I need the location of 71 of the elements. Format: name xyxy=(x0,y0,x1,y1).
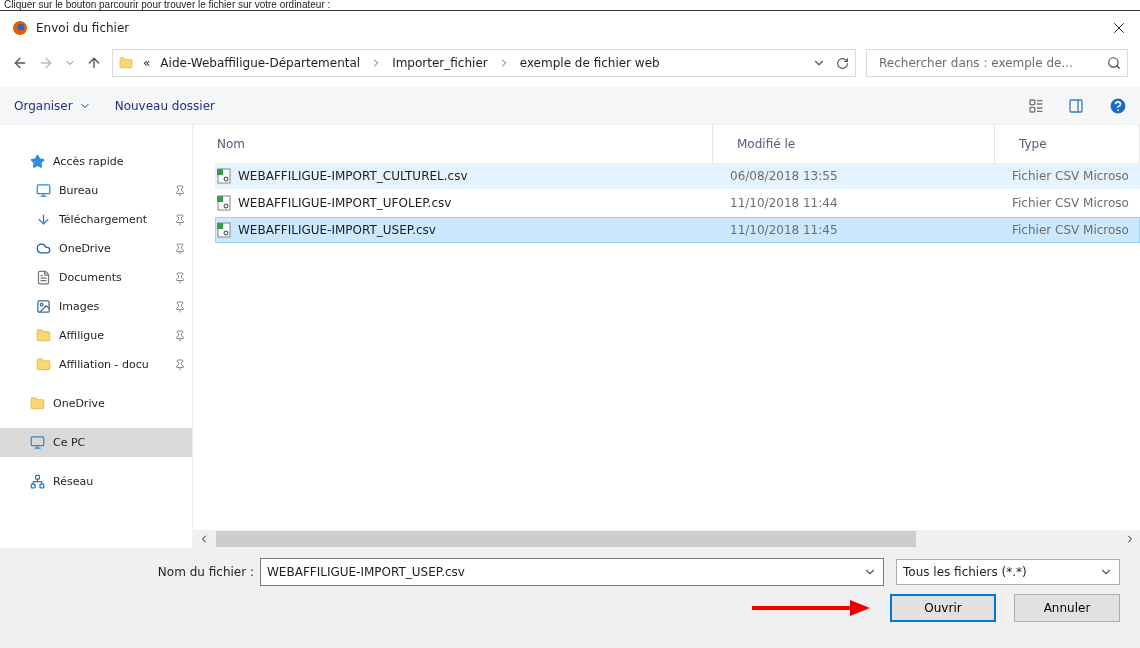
file-row[interactable]: WEBAFFILIGUE-IMPORT_USEP.csv 11/10/2018 11:45 Fichier CSV Microso xyxy=(215,217,1140,243)
breadcrumb[interactable]: Aide-Webaffiligue-Départemental xyxy=(160,56,361,70)
sidebar-item[interactable]: Affiligue xyxy=(0,321,192,350)
folder-icon xyxy=(36,357,51,372)
file-row[interactable]: WEBAFFILIGUE-IMPORT_CULTUREL.csv 06/08/2018 13:55 Fichier CSV Microso xyxy=(215,163,1140,189)
overflow-chevrons[interactable]: « xyxy=(143,56,151,70)
network-icon xyxy=(30,474,45,489)
spreadsheet-file-icon xyxy=(216,222,232,238)
filename-value: WEBAFFILIGUE-IMPORT_USEP.csv xyxy=(267,565,465,579)
sidebar-item[interactable]: Bureau xyxy=(0,176,192,205)
pin-icon xyxy=(174,300,186,313)
file-name: WEBAFFILIGUE-IMPORT_CULTUREL.csv xyxy=(238,169,468,183)
star-icon xyxy=(30,154,45,169)
pin-icon xyxy=(174,213,186,226)
sidebar-item[interactable]: Documents xyxy=(0,263,192,292)
sidebar-item[interactable]: Ce PC xyxy=(0,428,192,457)
file-name: WEBAFFILIGUE-IMPORT_USEP.csv xyxy=(238,223,436,237)
folder-icon xyxy=(119,56,133,70)
computer-icon xyxy=(30,435,45,450)
pin-icon xyxy=(174,358,186,371)
file-name: WEBAFFILIGUE-IMPORT_UFOLEP.csv xyxy=(238,196,452,210)
open-button[interactable]: Ouvrir xyxy=(890,594,996,622)
filename-field[interactable]: WEBAFFILIGUE-IMPORT_USEP.csv xyxy=(260,558,884,586)
sidebar-item[interactable]: OneDrive xyxy=(0,389,192,418)
breadcrumb[interactable]: exemple de fichier web xyxy=(519,56,660,70)
refresh-icon[interactable] xyxy=(836,56,849,70)
modified-date: 11/10/2018 11:44 xyxy=(729,196,839,210)
new-folder-button[interactable]: Nouveau dossier xyxy=(114,94,215,117)
back-icon[interactable] xyxy=(12,55,28,71)
help-icon[interactable] xyxy=(1108,95,1128,116)
preview-pane-icon[interactable] xyxy=(1068,97,1084,114)
modified-date: 11/10/2018 11:45 xyxy=(729,223,839,237)
cloud-icon xyxy=(36,241,51,256)
window-title: Envoi du fichier xyxy=(36,21,131,35)
sidebar-item[interactable]: Affiliation - docu xyxy=(0,350,192,379)
horizontal-scrollbar[interactable] xyxy=(192,530,1140,548)
spreadsheet-file-icon xyxy=(216,168,232,184)
pin-icon xyxy=(174,242,186,255)
breadcrumb[interactable]: Importer_fichier xyxy=(392,56,488,70)
cancel-button[interactable]: Annuler xyxy=(1014,594,1120,622)
view-icon[interactable] xyxy=(1028,97,1044,114)
search-field[interactable]: Rechercher dans : exemple de... xyxy=(866,49,1128,77)
address-bar[interactable]: « Aide-Webaffiligue-Départemental Importer_fichier exemple de fichier web xyxy=(112,49,856,77)
sidebar-item[interactable]: Téléchargement xyxy=(0,205,192,234)
pin-icon xyxy=(174,329,186,342)
file-type-dropdown[interactable]: Tous les fichiers (*.*) xyxy=(896,559,1120,585)
file-row[interactable]: WEBAFFILIGUE-IMPORT_UFOLEP.csv 11/10/2018 11:44 Fichier CSV Microso xyxy=(215,190,1140,216)
spreadsheet-file-icon xyxy=(216,195,232,211)
search-icon xyxy=(1107,56,1121,70)
organize-button[interactable]: Organiser xyxy=(14,94,91,117)
pin-icon xyxy=(174,184,186,197)
browser-logo-icon xyxy=(12,20,28,36)
sidebar-item[interactable]: Images xyxy=(0,292,192,321)
file-type: Fichier CSV Microso xyxy=(1011,169,1130,183)
file-type: Fichier CSV Microso xyxy=(1011,223,1130,237)
image-icon xyxy=(36,299,51,314)
monitor-icon xyxy=(36,183,51,198)
folder-icon xyxy=(30,396,45,411)
folder-icon xyxy=(36,328,51,343)
sidebar-item[interactable]: Accès rapide xyxy=(0,147,192,176)
scrollbar-thumb[interactable] xyxy=(216,531,916,547)
down-arrow-icon xyxy=(36,212,51,227)
file-type: Fichier CSV Microso xyxy=(1011,196,1130,210)
filename-label: Nom du fichier : xyxy=(157,565,254,579)
sidebar-item[interactable]: OneDrive xyxy=(0,234,192,263)
sidebar-item[interactable]: Réseau xyxy=(0,467,192,496)
pin-icon xyxy=(174,271,186,284)
modified-date: 06/08/2018 13:55 xyxy=(729,169,839,183)
instruction-text: Cliquer sur le bouton parcourir pour trouver le fichier sur votre ordinateur : xyxy=(0,0,1140,11)
up-icon[interactable] xyxy=(86,55,102,71)
document-icon xyxy=(36,270,51,285)
